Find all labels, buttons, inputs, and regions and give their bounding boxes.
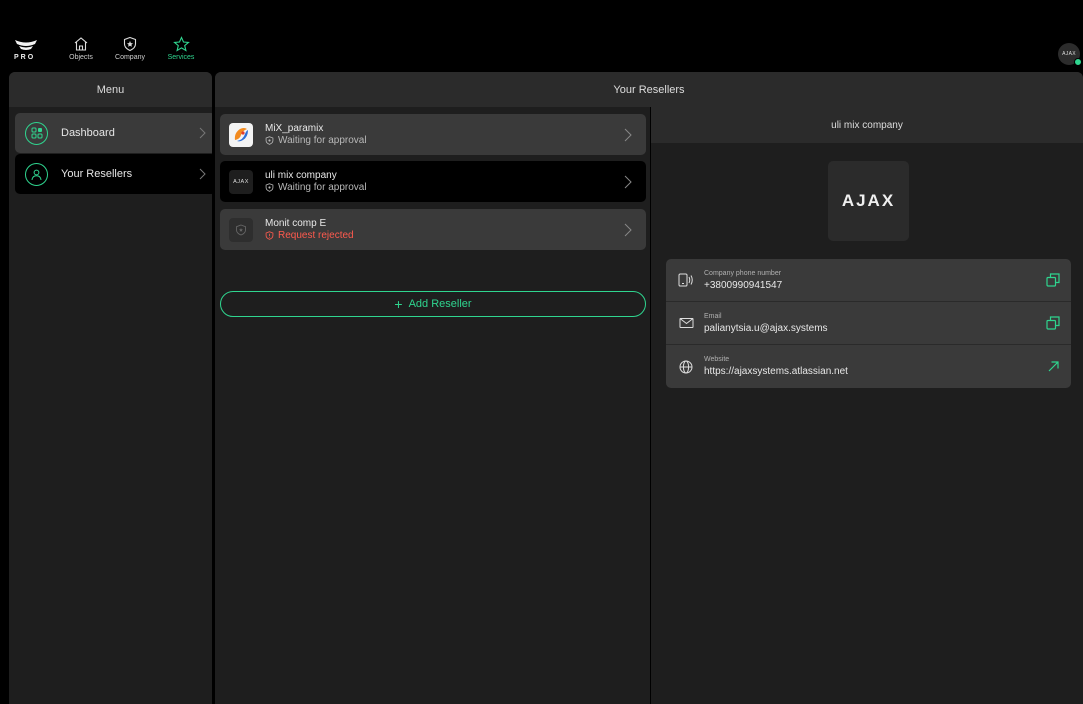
dashboard-icon [25, 121, 48, 145]
add-reseller-button[interactable]: + Add Reseller [220, 291, 646, 317]
reseller-user-icon [25, 162, 48, 186]
mix-logo [229, 122, 253, 147]
copy-icon[interactable] [1046, 316, 1060, 330]
reseller-status-text: Waiting for approval [278, 181, 367, 193]
top-bar: PRO Objects Company Services AJAX [0, 0, 1083, 72]
ajax-logo: AJAX [229, 169, 253, 194]
placeholder-shield-logo [229, 217, 253, 242]
shield-status-icon [265, 183, 274, 192]
menu-item-label: Your Resellers [61, 168, 133, 180]
nav-company[interactable]: Company [107, 36, 153, 61]
info-value: https://ajaxsystems.atlassian.net [704, 366, 848, 377]
nav-objects[interactable]: Objects [58, 36, 104, 61]
menu-panel: Menu Dashboard Your Resellers [9, 72, 212, 704]
company-logo-text: AJAX [841, 191, 896, 210]
plus-icon: + [394, 296, 403, 312]
company-logo: AJAX [828, 161, 909, 241]
resellers-panel: Your Resellers MiX_paramix Waiting for a… [215, 72, 1083, 704]
shield-rejected-icon [265, 231, 274, 240]
info-label: Email [704, 312, 722, 320]
info-label: Website [704, 356, 730, 363]
reseller-status: Waiting for approval [265, 135, 624, 147]
contact-info-card: Company phone number +3800990941547 Emai… [666, 259, 1071, 388]
nav-services-label: Services [167, 54, 195, 61]
reseller-status: Waiting for approval [265, 182, 624, 194]
online-status-dot [1074, 58, 1082, 66]
reseller-name: uli mix company [265, 169, 337, 181]
reseller-list: MiX_paramix Waiting for approval AJAX ul… [215, 107, 650, 704]
add-reseller-label: Add Reseller [408, 298, 472, 310]
external-link-icon[interactable] [1047, 360, 1060, 373]
menu-item-your-resellers[interactable]: Your Resellers [15, 154, 212, 194]
chevron-right-icon [624, 175, 632, 188]
reseller-detail: uli mix company AJAX Company phone numbe… [651, 107, 1083, 704]
info-value: palianytsia.u@ajax.systems [704, 322, 828, 334]
resellers-title: Your Resellers [215, 72, 1083, 107]
reseller-status: Request rejected [265, 230, 624, 242]
menu-item-label: Dashboard [61, 127, 115, 139]
globe-icon [677, 360, 695, 374]
avatar[interactable]: AJAX [1058, 43, 1082, 66]
chevron-right-icon [624, 223, 632, 236]
reseller-row-monit-comp-e[interactable]: Monit comp E Request rejected [220, 209, 646, 250]
copy-icon[interactable] [1046, 273, 1060, 287]
info-row-website: Website https://ajaxsystems.atlassian.ne… [666, 345, 1071, 388]
reseller-status-text: Waiting for approval [278, 134, 367, 146]
mail-icon [677, 317, 695, 329]
info-row-email: Email palianytsia.u@ajax.systems [666, 302, 1071, 345]
ajax-logo-text: AJAX [233, 178, 249, 185]
nav-services[interactable]: Services [158, 36, 204, 61]
home-icon [74, 37, 88, 51]
menu-title: Menu [9, 72, 212, 107]
shield-star-icon [123, 36, 137, 52]
reseller-name: Monit comp E [265, 217, 327, 229]
nav-objects-label: Objects [69, 54, 93, 61]
reseller-status-text: Request rejected [278, 229, 354, 241]
logo-text: PRO [14, 54, 36, 61]
chevron-right-icon [199, 127, 206, 139]
reseller-name: MiX_paramix [265, 122, 324, 134]
reseller-row-mix-paramix[interactable]: MiX_paramix Waiting for approval [220, 114, 646, 155]
phone-icon [677, 273, 695, 287]
chevron-right-icon [624, 128, 632, 141]
star-icon [172, 36, 190, 52]
ajax-logo-icon [15, 40, 37, 50]
nav-company-label: Company [115, 54, 145, 61]
menu-item-dashboard[interactable]: Dashboard [15, 113, 212, 153]
ajax-pro-logo[interactable]: PRO [14, 38, 40, 61]
shield-status-icon [265, 136, 274, 145]
chevron-right-icon [199, 168, 206, 180]
info-row-phone: Company phone number +3800990941547 [666, 259, 1071, 302]
info-value: +3800990941547 [704, 279, 783, 291]
info-label: Company phone number [704, 269, 782, 277]
detail-title: uli mix company [651, 107, 1083, 143]
reseller-row-uli-mix-company[interactable]: AJAX uli mix company Waiting for approva… [220, 161, 646, 202]
avatar-text: AJAX [1062, 51, 1076, 57]
